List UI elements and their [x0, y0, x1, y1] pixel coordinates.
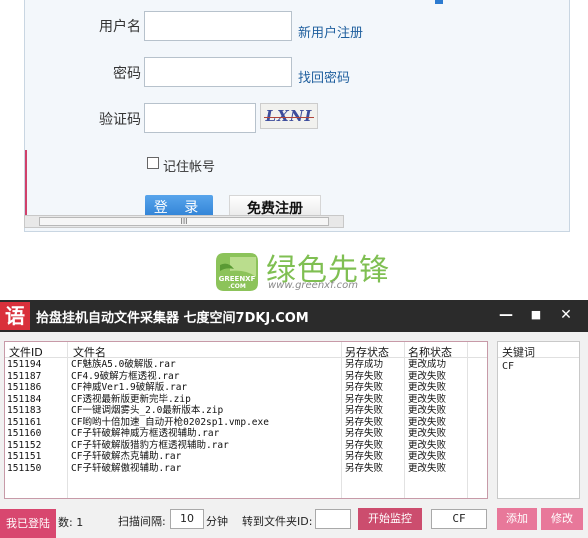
close-icon[interactable]: ✕ [557, 306, 575, 324]
username-field[interactable] [144, 11, 292, 41]
col-file-name[interactable]: 文件名 [73, 344, 106, 360]
file-name-cell: CF魅族A5.0破解版.rar [71, 359, 176, 370]
remember-checkbox[interactable] [147, 157, 159, 169]
name-status-cell: 更改失败 [408, 462, 447, 474]
file-id-cell: 151187 [7, 370, 42, 382]
new-user-register-link[interactable]: 新用户注册 [298, 22, 363, 41]
scrollbar-thumb[interactable]: III [39, 217, 329, 226]
file-name-cell: CF子轩破解版猎豹方框透视辅助.rar [71, 439, 229, 451]
logo-text-bottom: .COM [228, 283, 246, 290]
logo-text-top: GREENXF [219, 275, 256, 283]
table-row[interactable]: 151194 CF魅族A5.0破解版.rar 另存成功 更改成功 [5, 359, 487, 371]
title-bar: 语 拾盘挂机自动文件采集器 七度空间7DKJ.COM — ■ ✕ [0, 300, 588, 332]
save-status-cell: 另存失败 [345, 462, 384, 474]
scan-interval-label: 扫描间隔: [118, 515, 166, 528]
file-id-cell: 151151 [7, 451, 42, 462]
app-title: 拾盘挂机自动文件采集器 七度空间7DKJ.COM [36, 311, 309, 326]
save-status-cell: 另存失败 [345, 405, 384, 416]
name-status-cell: 更改失败 [408, 416, 447, 428]
panel-tab-edge [435, 0, 443, 4]
table-row[interactable]: 151160 CF子轩破解神威方框透视辅助.rar 另存失败 更改失败 [5, 428, 487, 440]
file-name-cell: CF一键调烟雾头_2.0最新版本.zip [71, 405, 224, 416]
keyword-list-header: 关键词 [498, 342, 579, 359]
name-status-cell: 更改失败 [408, 428, 447, 439]
horizontal-scrollbar[interactable]: III [24, 215, 344, 228]
file-name-cell: CF子轩破解神威方框透视辅助.rar [71, 428, 220, 439]
file-list[interactable]: 文件ID 文件名 另存状态 名称状态 151194 CF魅族A5.0破解版.rar… [4, 341, 488, 499]
col-name-status[interactable]: 名称状态 [408, 344, 452, 360]
name-status-cell: 更改成功 [408, 359, 447, 370]
file-name-cell: CF子轩破解杰克辅助.rar [71, 451, 182, 462]
file-id-cell: 151186 [7, 382, 42, 393]
collector-window: 语 拾盘挂机自动文件采集器 七度空间7DKJ.COM — ■ ✕ 文件ID 文件… [0, 300, 588, 538]
password-field[interactable] [144, 57, 292, 87]
keyword-item[interactable]: CF [502, 361, 514, 372]
table-row[interactable]: 151151 CF子轩破解杰克辅助.rar 另存失败 更改失败 [5, 451, 487, 463]
file-id-cell: 151161 [7, 416, 42, 428]
password-label: 密码 [113, 66, 141, 82]
file-id-cell: 151160 [7, 428, 42, 439]
save-status-cell: 另存成功 [345, 359, 384, 370]
save-status-cell: 另存失败 [345, 370, 384, 382]
file-id-cell: 151184 [7, 393, 42, 405]
start-monitor-button[interactable]: 开始监控 [358, 508, 422, 530]
save-status-cell: 另存失败 [345, 439, 384, 451]
name-status-cell: 更改失败 [408, 382, 447, 393]
save-status-cell: 另存失败 [345, 416, 384, 428]
panel-accent-bar [25, 150, 27, 216]
col-file-id[interactable]: 文件ID [9, 344, 43, 360]
maximize-icon[interactable]: ■ [527, 306, 545, 324]
col-save-status[interactable]: 另存状态 [345, 344, 389, 360]
table-row[interactable]: 151161 CF哟哟十倍加速_自动开枪0202sp1.vmp.exe 另存失败 更改… [5, 417, 487, 429]
recover-password-link[interactable]: 找回密码 [298, 67, 350, 86]
save-status-cell: 另存失败 [345, 451, 384, 462]
file-name-cell: CF4.9破解方框透视.rar [71, 370, 180, 382]
captcha-field[interactable] [144, 103, 256, 133]
folder-id-input[interactable] [315, 509, 351, 529]
name-status-cell: 更改失败 [408, 451, 447, 462]
file-name-cell: CF神威Ver1.9破解版.rar [71, 382, 188, 393]
file-id-cell: 151194 [7, 359, 42, 370]
minimize-icon[interactable]: — [497, 306, 515, 324]
remember-label: 记住帐号 [163, 160, 216, 175]
name-status-cell: 更改失败 [408, 405, 447, 416]
file-id-cell: 151150 [7, 462, 42, 474]
file-id-cell: 151183 [7, 405, 42, 416]
add-keyword-button[interactable]: 添加 [497, 508, 537, 530]
captcha-label: 验证码 [99, 112, 141, 128]
keyword-list[interactable]: 关键词 CF [497, 341, 580, 499]
save-status-cell: 另存失败 [345, 393, 384, 405]
table-row[interactable]: 151187 CF4.9破解方框透视.rar 另存失败 更改失败 [5, 371, 487, 383]
app-icon: 语 [0, 302, 30, 330]
file-id-cell: 151152 [7, 439, 42, 451]
file-name-cell: CF透视最新版更新完毕.zip [71, 393, 191, 405]
table-row[interactable]: 151186 CF神威Ver1.9破解版.rar 另存失败 更改失败 [5, 382, 487, 394]
file-list-header: 文件ID 文件名 另存状态 名称状态 [5, 342, 487, 360]
save-status-cell: 另存失败 [345, 428, 384, 439]
watermark-url: www.greenxf.com [268, 280, 358, 291]
username-label: 用户名 [99, 19, 141, 35]
name-status-cell: 更改失败 [408, 370, 447, 382]
name-status-cell: 更改失败 [408, 439, 447, 451]
name-status-cell: 更改失败 [408, 393, 447, 405]
file-name-cell: CF哟哟十倍加速_自动开枪0202sp1.vmp.exe [71, 416, 269, 428]
folder-id-label: 转到文件夹ID: [242, 515, 313, 528]
greenxf-logo-icon: GREENXF .COM [216, 253, 258, 291]
count-label: 数: 1 [58, 516, 84, 529]
file-name-cell: CF子轩破解傲视辅助.rar [71, 462, 182, 474]
table-row[interactable]: 151183 CF一键调烟雾头_2.0最新版本.zip 另存失败 更改失败 [5, 405, 487, 417]
table-row[interactable]: 151184 CF透视最新版更新完毕.zip 另存失败 更改失败 [5, 394, 487, 406]
keyword-input[interactable]: CF [431, 509, 487, 529]
table-row[interactable]: 151150 CF子轩破解傲视辅助.rar 另存失败 更改失败 [5, 463, 487, 475]
save-status-cell: 另存失败 [345, 382, 384, 393]
captcha-image[interactable]: LXNI [260, 103, 318, 129]
logged-in-badge[interactable]: 我已登陆 [0, 509, 56, 538]
scan-interval-input[interactable]: 10 [170, 509, 204, 529]
table-row[interactable]: 151152 CF子轩破解版猎豹方框透视辅助.rar 另存失败 更改失败 [5, 440, 487, 452]
edit-keyword-button[interactable]: 修改 [541, 508, 583, 530]
minutes-label: 分钟 [206, 515, 228, 528]
